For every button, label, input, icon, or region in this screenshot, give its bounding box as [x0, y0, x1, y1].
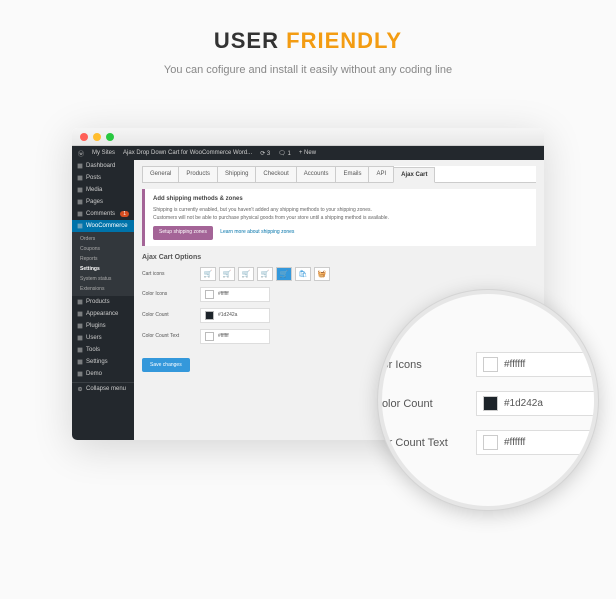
section-title: Ajax Cart Options	[142, 254, 536, 261]
sidebar-item[interactable]: Pages	[72, 196, 134, 208]
mag-input-color-icons[interactable]: #ffffff	[476, 352, 598, 377]
adminbar-mysites[interactable]: My Sites	[92, 150, 115, 156]
magnifier-lens: olor Icons #ffffff Color Count #1d242a o…	[378, 290, 598, 510]
hero-title: USER FRIENDLY	[0, 28, 616, 54]
label-cart-icons: Cart icons	[142, 271, 200, 277]
mag-label-color-count-text: olor Count Text	[378, 437, 476, 449]
settings-tab[interactable]: Ajax Cart	[393, 167, 435, 183]
sidebar-item[interactable]: Dashboard	[72, 160, 134, 172]
cart-icon-option[interactable]: 🧺	[314, 267, 330, 281]
sidebar-item[interactable]: Users	[72, 332, 134, 344]
sidebar-item[interactable]: Media	[72, 184, 134, 196]
shipping-notice: Add shipping methods & zones Shipping is…	[142, 189, 536, 246]
mag-row-color-count: Color Count #1d242a	[378, 391, 598, 416]
cart-icon-options: 🛒 🛒 🛒 🛒 🛒 🛍 🧺	[200, 267, 330, 281]
sidebar-subitem[interactable]: System status	[72, 274, 134, 284]
swatch-color-count[interactable]	[205, 311, 214, 320]
collapse-icon	[77, 386, 83, 392]
hero-header: USER FRIENDLY You can cofigure and insta…	[0, 0, 616, 84]
setup-zones-button[interactable]: Setup shipping zones	[153, 226, 213, 240]
hero-word1: USER	[214, 28, 279, 53]
zoom-dot[interactable]	[106, 133, 114, 141]
input-color-count[interactable]: #1d242a	[200, 308, 270, 323]
settings-tab[interactable]: API	[368, 166, 394, 182]
hero-subtitle: You can cofigure and install it easily w…	[0, 64, 616, 76]
mag-row-color-icons: olor Icons #ffffff	[378, 352, 598, 377]
cart-icon-option[interactable]: 🛒	[257, 267, 273, 281]
sidebar-submenu: OrdersCouponsReportsSettingsSystem statu…	[72, 232, 134, 296]
sidebar-item[interactable]: Plugins	[72, 320, 134, 332]
label-color-count-text: Color Count Text	[142, 333, 200, 339]
admin-sidebar: DashboardPostsMediaPagesComments1WooComm…	[72, 160, 134, 440]
mag-input-color-count[interactable]: #1d242a	[476, 391, 598, 416]
mag-label-color-count: Color Count	[378, 398, 476, 410]
settings-tab[interactable]: Checkout	[255, 166, 296, 182]
sidebar-item[interactable]: WooCommerce	[72, 220, 134, 232]
adminbar-new[interactable]: + New	[299, 150, 316, 156]
notice-title: Add shipping methods & zones	[153, 195, 528, 204]
cart-icon-option[interactable]: 🛒	[200, 267, 216, 281]
mag-input-color-count-text[interactable]: #ffffff	[476, 430, 598, 455]
mag-label-color-icons: olor Icons	[378, 359, 476, 371]
cart-icon-option[interactable]: 🛒	[219, 267, 235, 281]
sidebar-subitem[interactable]: Settings	[72, 264, 134, 274]
sidebar-item[interactable]: Appearance	[72, 308, 134, 320]
notice-line2: Customers will not be able to purchase p…	[153, 215, 528, 223]
adminbar-comments[interactable]: 🗨 1	[278, 150, 291, 157]
adminbar-updates[interactable]: ⟳ 3	[260, 150, 270, 157]
notice-line1: Shipping is currently enabled, but you h…	[153, 207, 528, 215]
sidebar-subitem[interactable]: Reports	[72, 254, 134, 264]
cart-icon-option[interactable]: 🛒	[238, 267, 254, 281]
sidebar-item[interactable]: Settings	[72, 356, 134, 368]
sidebar-subitem[interactable]: Extensions	[72, 284, 134, 294]
cart-icon-option[interactable]: 🛍	[295, 267, 311, 281]
hero-word2: FRIENDLY	[286, 28, 402, 53]
swatch-color-count-text[interactable]	[205, 332, 214, 341]
swatch-color-icons[interactable]	[205, 290, 214, 299]
settings-tab[interactable]: General	[142, 166, 179, 182]
window-titlebar	[72, 128, 544, 146]
collapse-menu[interactable]: Collapse menu	[72, 382, 134, 395]
save-button[interactable]: Save changes	[142, 358, 190, 372]
label-color-icons: Color Icons	[142, 291, 200, 297]
adminbar-sitename[interactable]: Ajax Drop Down Cart for WooCommerce Word…	[123, 150, 252, 156]
settings-tab[interactable]: Products	[178, 166, 218, 182]
sidebar-item[interactable]: Demo	[72, 368, 134, 380]
mag-swatch-color-count[interactable]	[483, 396, 498, 411]
input-color-count-text[interactable]: #ffffff	[200, 329, 270, 344]
settings-tabs: GeneralProductsShippingCheckoutAccountsE…	[142, 166, 536, 183]
sidebar-item[interactable]: Comments1	[72, 208, 134, 220]
wp-admin-bar[interactable]: ⓦ My Sites Ajax Drop Down Cart for WooCo…	[72, 146, 544, 160]
mag-row-color-count-text: olor Count Text #ffffff	[378, 430, 598, 455]
minimize-dot[interactable]	[93, 133, 101, 141]
sidebar-subitem[interactable]: Coupons	[72, 244, 134, 254]
sidebar-subitem[interactable]: Orders	[72, 234, 134, 244]
settings-tab[interactable]: Shipping	[217, 166, 256, 182]
sidebar-item[interactable]: Tools	[72, 344, 134, 356]
settings-tab[interactable]: Accounts	[296, 166, 337, 182]
settings-tab[interactable]: Emails	[335, 166, 369, 182]
row-cart-icons: Cart icons 🛒 🛒 🛒 🛒 🛒 🛍 🧺	[142, 267, 536, 281]
close-dot[interactable]	[80, 133, 88, 141]
label-color-count: Color Count	[142, 312, 200, 318]
input-color-icons[interactable]: #ffffff	[200, 287, 270, 302]
wp-logo-icon[interactable]: ⓦ	[78, 149, 84, 158]
learn-more-link[interactable]: Learn more about shipping zones	[220, 229, 294, 235]
mag-swatch-color-icons[interactable]	[483, 357, 498, 372]
sidebar-item[interactable]: Products	[72, 296, 134, 308]
sidebar-item[interactable]: Posts	[72, 172, 134, 184]
mag-swatch-color-count-text[interactable]	[483, 435, 498, 450]
cart-icon-option-selected[interactable]: 🛒	[276, 267, 292, 281]
